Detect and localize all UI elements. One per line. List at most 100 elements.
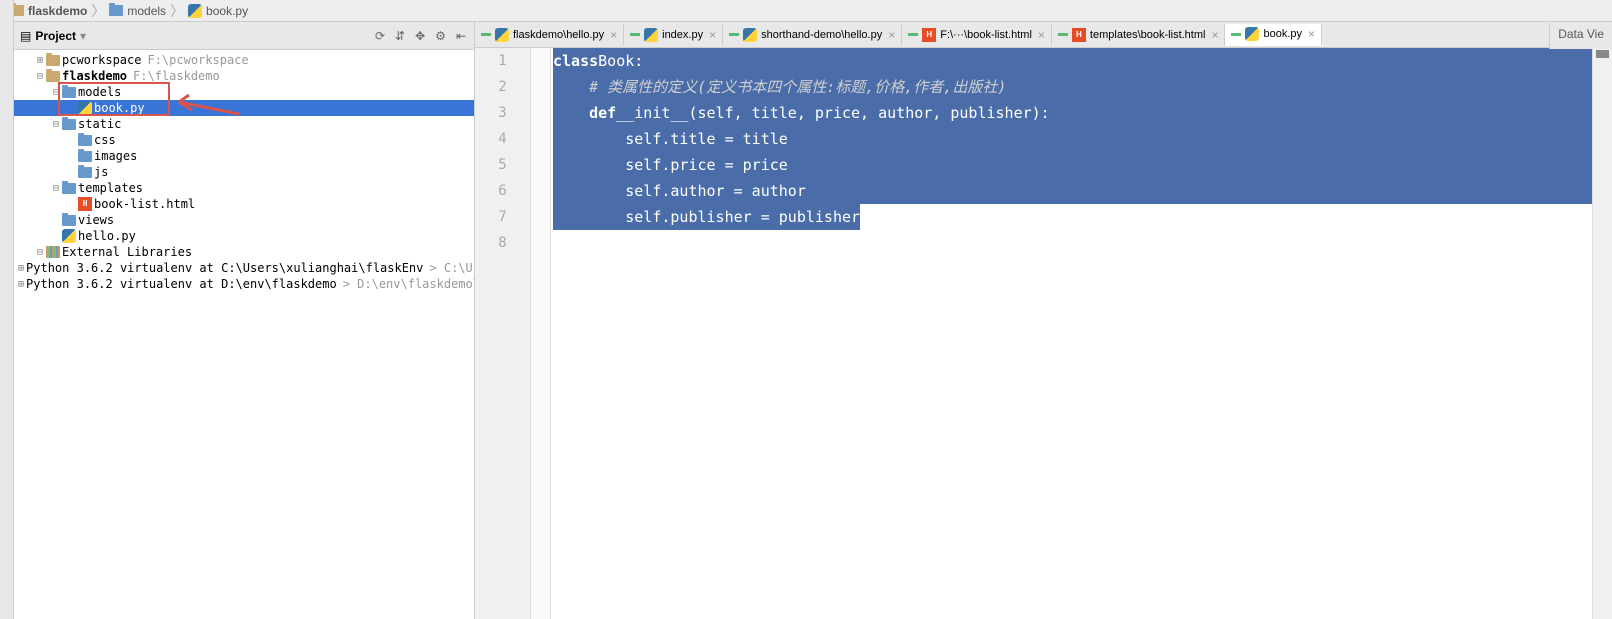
breadcrumb-item[interactable]: flaskdemo [4,4,93,18]
python-icon [644,28,658,42]
code-editor[interactable]: class Book: # 类属性的定义(定义书本四个属性:标题,价格,作者,出… [551,48,1592,619]
line-number: 2 [475,74,530,100]
tree-row[interactable]: ⊟models [14,84,474,100]
tree-item-path: > C:\Users [429,261,474,275]
tree-item-label: hello.py [78,229,136,243]
code-line[interactable]: self.title = title [551,126,1592,152]
code-line[interactable]: self.publisher = publisher [551,204,1592,230]
tree-row[interactable]: ⊟templates [14,180,474,196]
folder-icon [78,135,92,146]
code-line[interactable]: class Book: [551,48,1592,74]
tool-collapse-icon[interactable]: ⇵ [395,29,405,43]
breadcrumb-item[interactable]: book.py [182,4,254,18]
left-rail[interactable] [0,0,14,619]
library-icon [46,246,60,258]
selection: def __init__(self, title, price, author,… [553,100,1592,126]
tree-item-label: Python 3.6.2 virtualenv at D:\env\flaskd… [26,277,337,291]
editor-tab[interactable]: Htemplates\book-list.html× [1052,24,1226,46]
line-gutter[interactable]: 12345678 [475,48,531,619]
folder-icon [62,215,76,226]
expander-icon[interactable]: ⊟ [34,71,46,82]
tree-row[interactable]: hello.py [14,228,474,244]
gear-icon[interactable]: ⚙ [435,29,446,43]
folder-icon [78,151,92,162]
expander-icon[interactable]: ⊞ [18,263,24,274]
breadcrumb-item[interactable]: models [103,4,172,18]
tree-row[interactable]: Hbook-list.html [14,196,474,212]
tree-item-label: css [94,133,116,147]
tab-label: shorthand-demo\hello.py [761,29,882,41]
tree-item-label: book-list.html [94,197,195,211]
tree-item-label: static [78,117,121,131]
expander-icon[interactable]: ⊞ [34,55,46,66]
tree-row[interactable]: css [14,132,474,148]
editor-tab[interactable]: flaskdemo\hello.py× [475,24,624,46]
tree-row[interactable]: ⊞Python 3.6.2 virtualenv at C:\Users\xul… [14,260,474,276]
breadcrumb: flaskdemo 〉 models 〉 book.py [0,0,1612,22]
expander-icon[interactable]: ⊟ [50,119,62,130]
tab-label: F:\···\book-list.html [940,29,1032,41]
python-icon [743,28,757,42]
close-icon[interactable]: × [888,28,895,42]
line-number: 1 [475,48,530,74]
folder-icon [46,55,60,66]
tree-item-label: images [94,149,137,163]
tree-row[interactable]: views [14,212,474,228]
sidebar-header: ▤ Project ▾ ⟳ ⇵ ✥ ⚙ ⇤ [14,22,474,50]
tree-item-label: book.py [94,101,145,115]
expander-icon[interactable]: ⊟ [50,87,62,98]
editor-tab[interactable]: book.py× [1225,24,1322,46]
editor-tabs: flaskdemo\hello.py×index.py×shorthand-de… [475,22,1612,48]
tree-item-path: F:\pcworkspace [147,53,248,67]
folder-icon [62,183,76,194]
project-tree[interactable]: ⊞pcworkspaceF:\pcworkspace⊟flaskdemoF:\f… [14,50,474,619]
python-icon [62,229,76,243]
tree-row[interactable]: images [14,148,474,164]
selection: self.title = title [553,126,1592,152]
editor-tab[interactable]: index.py× [624,24,723,46]
expander-icon[interactable]: ⊟ [50,183,62,194]
expander-icon[interactable]: ⊟ [34,247,46,258]
code-line[interactable]: def __init__(self, title, price, author,… [551,100,1592,126]
tree-item-label: Python 3.6.2 virtualenv at C:\Users\xuli… [26,261,423,275]
code-line[interactable]: self.price = price [551,152,1592,178]
tab-underline [1231,33,1241,36]
project-sidebar: ▤ Project ▾ ⟳ ⇵ ✥ ⚙ ⇤ ⊞pcworkspaceF:\pcw… [14,22,475,619]
code-line[interactable]: # 类属性的定义(定义书本四个属性:标题,价格,作者,出版社) [551,74,1592,100]
tree-row[interactable]: ⊟flaskdemoF:\flaskdemo [14,68,474,84]
selection: self.author = author [553,178,1592,204]
code-line[interactable]: self.author = author [551,178,1592,204]
tab-underline [481,33,491,36]
folder-icon [46,71,60,82]
tree-item-label: External Libraries [62,245,192,259]
close-icon[interactable]: × [709,28,716,42]
tool-move-icon[interactable]: ✥ [415,29,425,43]
tree-row[interactable]: ⊟ static [14,116,474,132]
line-number: 7 [475,204,530,230]
data-view-panel[interactable]: Data Vie [1549,23,1612,49]
close-icon[interactable]: × [1308,27,1315,41]
line-number: 3 [475,100,530,126]
tree-row[interactable]: ⊞pcworkspaceF:\pcworkspace [14,52,474,68]
dropdown-icon[interactable]: ▾ [80,29,86,43]
close-icon[interactable]: × [610,28,617,42]
sidebar-title-label: Project [35,29,76,43]
tree-row[interactable]: book.py [14,100,474,116]
tree-row[interactable]: ⊟ External Libraries [14,244,474,260]
tree-row[interactable]: js [14,164,474,180]
code-panel: 12345678 class Book: # 类属性的定义(定义书本四个属性:标… [475,48,1612,619]
close-icon[interactable]: × [1211,28,1218,42]
expander-icon[interactable]: ⊞ [18,279,24,290]
hide-icon[interactable]: ⇤ [456,29,466,43]
editor-tab[interactable]: shorthand-demo\hello.py × [723,24,902,46]
tab-label: templates\book-list.html [1090,29,1206,41]
tab-underline [630,33,640,36]
close-icon[interactable]: × [1038,28,1045,42]
code-line[interactable] [551,230,1592,256]
tree-row[interactable]: ⊞Python 3.6.2 virtualenv at D:\env\flask… [14,276,474,292]
python-icon [78,101,92,115]
python-icon [1245,27,1259,41]
tool-scroll-icon[interactable]: ⟳ [375,29,385,43]
editor-tab[interactable]: HF:\···\book-list.html× [902,24,1052,46]
sidebar-title[interactable]: ▤ Project ▾ [14,29,92,43]
